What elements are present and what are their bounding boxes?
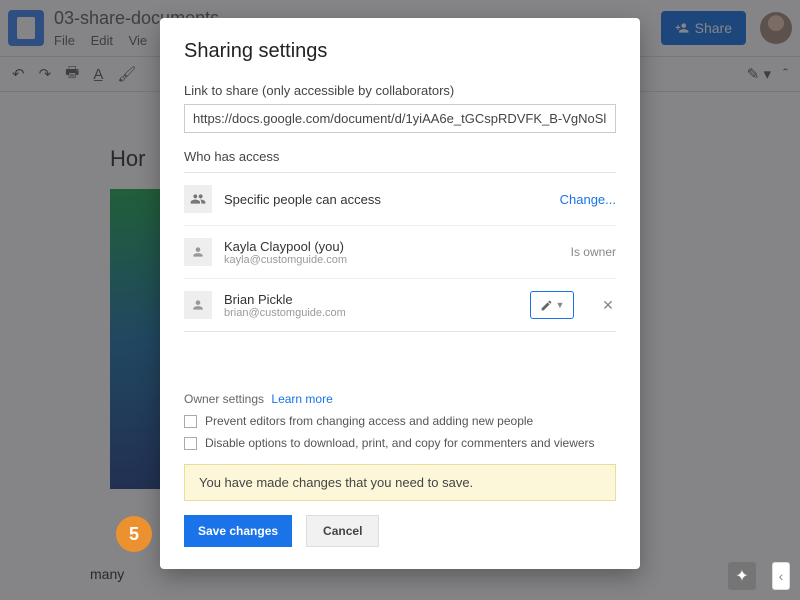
side-panel-toggle[interactable]: ‹ [772, 562, 790, 590]
user-row-owner: Kayla Claypool (you) kayla@customguide.c… [184, 226, 616, 279]
person-icon [184, 291, 212, 319]
explore-button[interactable]: ✦ [728, 562, 756, 590]
disable-download-checkbox-row[interactable]: Disable options to download, print, and … [184, 436, 616, 450]
callout-number: 5 [129, 524, 139, 545]
chevron-down-icon: ▼ [556, 300, 565, 310]
access-list: Specific people can access Change... Kay… [184, 172, 616, 332]
user-name: Kayla Claypool (you) [224, 239, 559, 254]
permission-dropdown[interactable]: ▼ [530, 291, 574, 319]
who-has-access-label: Who has access [184, 149, 616, 164]
checkbox[interactable] [184, 437, 197, 450]
dialog-buttons: Save changes Cancel [184, 515, 616, 547]
owner-role-label: Is owner [571, 245, 616, 259]
dialog-title: Sharing settings [184, 40, 616, 63]
people-icon [184, 185, 212, 213]
user-name: Brian Pickle [224, 292, 518, 307]
person-icon [184, 238, 212, 266]
sharing-settings-dialog: Sharing settings Link to share (only acc… [160, 18, 640, 569]
share-link-input[interactable] [184, 104, 616, 133]
owner-settings-header: Owner settings Learn more [184, 392, 616, 406]
learn-more-link[interactable]: Learn more [271, 392, 332, 406]
user-email: brian@customguide.com [224, 307, 518, 319]
user-email: kayla@customguide.com [224, 254, 559, 266]
user-row-collaborator: Brian Pickle brian@customguide.com ▼ ✕ [184, 279, 616, 332]
step-callout: 5 [116, 516, 152, 552]
prevent-editors-checkbox-row[interactable]: Prevent editors from changing access and… [184, 414, 616, 428]
bottom-dock: ✦ ‹ [728, 562, 790, 590]
checkbox-label: Disable options to download, print, and … [205, 436, 595, 450]
remove-user-button[interactable]: ✕ [600, 297, 616, 314]
checkbox[interactable] [184, 415, 197, 428]
save-changes-button[interactable]: Save changes [184, 515, 292, 547]
cancel-button[interactable]: Cancel [306, 515, 379, 547]
link-to-share-label: Link to share (only accessible by collab… [184, 83, 616, 98]
unsaved-changes-notice: You have made changes that you need to s… [184, 464, 616, 501]
checkbox-label: Prevent editors from changing access and… [205, 414, 533, 428]
change-access-link[interactable]: Change... [560, 192, 616, 207]
pencil-icon [540, 299, 553, 312]
access-summary-row: Specific people can access Change... [184, 173, 616, 226]
access-summary-text: Specific people can access [224, 192, 548, 207]
owner-settings-label: Owner settings [184, 392, 264, 406]
